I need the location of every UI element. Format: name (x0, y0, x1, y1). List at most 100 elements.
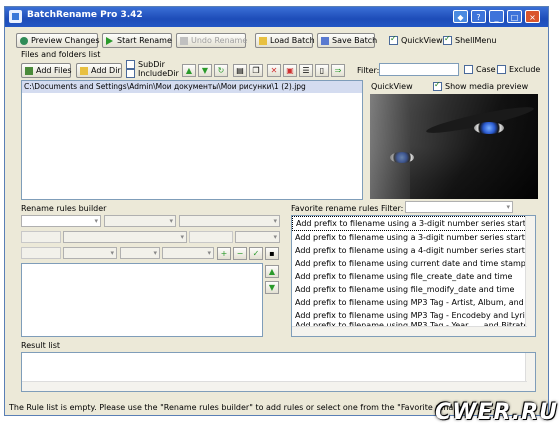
preview-changes-button[interactable]: Preview Changes (16, 33, 100, 48)
exclude-checkbox[interactable]: Exclude (497, 65, 540, 74)
rule-field-b[interactable] (63, 231, 187, 243)
add-dir-button[interactable]: Add Dir (76, 63, 122, 78)
help-button[interactable]: ? (471, 10, 486, 23)
subdir-checkbox[interactable]: SubDir (126, 60, 165, 69)
rule-up-button[interactable]: ▲ (265, 265, 279, 278)
refresh-button[interactable]: ↻ (214, 64, 228, 77)
minimize-button[interactable]: _ (489, 10, 504, 23)
app-icon (9, 10, 22, 23)
file-icon-button[interactable]: ▯ (315, 64, 329, 77)
result-list-title: Result list (21, 341, 61, 350)
load-batch-label: Load Batch (270, 36, 315, 45)
main-toolbar: Preview Changes Start Rename Undo Rename… (5, 30, 548, 48)
favorites-filter-select[interactable] (405, 201, 513, 213)
list-item[interactable]: Add prefix to filename using MP3 Tag - A… (292, 296, 535, 309)
preview-icon (20, 37, 28, 45)
save-batch-button[interactable]: Save Batch (317, 33, 378, 48)
rule-field-f[interactable] (63, 247, 117, 259)
select-all-button[interactable]: ☰ (299, 64, 313, 77)
rule-field-g[interactable] (120, 247, 160, 259)
properties-button[interactable]: ▤ (233, 64, 247, 77)
move-down-button[interactable]: ▼ (198, 64, 212, 77)
result-list[interactable] (21, 352, 536, 392)
watermark-logo: CWER.RU (435, 400, 558, 425)
hair-highlight (370, 94, 410, 199)
undo-rename-label: Undo Rename (191, 36, 248, 45)
list-item[interactable]: Add prefix to filename using file_create… (292, 270, 535, 283)
add-dir-icon (80, 67, 88, 75)
list-item[interactable]: Add prefix to filename using a 4-digit n… (292, 244, 535, 257)
rule-option-select[interactable] (104, 215, 176, 227)
rule-param-select[interactable] (179, 215, 280, 227)
exclude-checkbox-box (497, 65, 506, 74)
quickview-label: QuickView (401, 36, 443, 45)
remove-rule-button[interactable]: − (233, 247, 247, 260)
close-button[interactable]: × (525, 10, 540, 23)
favorites-filter-label: Filter: (381, 204, 404, 213)
save-icon (321, 37, 329, 45)
case-checkbox-box (464, 65, 473, 74)
clear-button[interactable]: ▣ (283, 64, 297, 77)
rule-field-h[interactable] (162, 247, 214, 259)
result-horizontal-scrollbar[interactable] (22, 381, 527, 391)
maximize-button[interactable]: □ (507, 10, 522, 23)
start-rename-label: Start Rename (117, 36, 172, 45)
skin-icon[interactable]: ◆ (453, 10, 468, 23)
subdir-checkbox-box (126, 60, 135, 69)
copy-button[interactable]: ❐ (249, 64, 263, 77)
favorites-horizontal-scrollbar[interactable] (292, 326, 527, 336)
rule-field-d[interactable] (235, 231, 280, 243)
preview-changes-label: Preview Changes (31, 36, 100, 45)
includedir-checkbox-box (126, 69, 135, 78)
list-item[interactable]: Add prefix to filename using current dat… (292, 257, 535, 270)
show-media-preview-label: Show media preview (445, 82, 529, 91)
list-item[interactable]: Add prefix to filename using a 3-digit n… (292, 216, 535, 231)
rules-list[interactable] (21, 263, 263, 337)
move-up-button[interactable]: ▲ (182, 64, 196, 77)
list-item[interactable]: Add prefix to filename using MP3 Tag - E… (292, 309, 535, 322)
show-media-preview-checkbox[interactable]: Show media preview (433, 80, 529, 91)
quickview-title: QuickView (371, 82, 413, 91)
rule-field-a[interactable] (21, 231, 61, 243)
list-item[interactable]: C:\Documents and Settings\Admin\Мои доку… (22, 81, 362, 93)
load-batch-button[interactable]: Load Batch (255, 33, 315, 48)
apply-rule-button[interactable]: ✓ (249, 247, 263, 260)
show-media-preview-box (433, 80, 442, 91)
undo-rename-button[interactable]: Undo Rename (176, 33, 248, 48)
files-filter-label: Filter: (357, 66, 380, 75)
export-button[interactable]: ⇒ (331, 64, 345, 77)
quickview-checkbox-box (389, 34, 398, 45)
includedir-checkbox[interactable]: IncludeDir (126, 69, 179, 78)
files-section-title: Files and folders list (21, 50, 101, 59)
folder-open-icon (259, 37, 267, 45)
favorites-list[interactable]: Add prefix to filename using a 3-digit n… (291, 215, 536, 337)
rule-field-e[interactable] (21, 247, 61, 259)
rule-field-c[interactable] (189, 231, 233, 243)
save-batch-label: Save Batch (332, 36, 378, 45)
add-dir-label: Add Dir (91, 66, 121, 75)
rule-down-button[interactable]: ▼ (265, 281, 279, 294)
list-item[interactable]: Add prefix to filename using file_modify… (292, 283, 535, 296)
case-checkbox[interactable]: Case (464, 65, 496, 74)
files-list[interactable]: C:\Documents and Settings\Admin\Мои доку… (21, 80, 363, 200)
includedir-label: IncludeDir (138, 69, 179, 78)
list-item[interactable]: Add prefix to filename using a 3-digit n… (292, 231, 535, 244)
app-window: BatchRename Pro 3.42 ◆ ? _ □ × Preview C… (4, 6, 549, 416)
files-filter-input[interactable] (379, 63, 459, 76)
add-rule-button[interactable]: + (217, 247, 231, 260)
media-preview-image (370, 94, 538, 199)
play-icon (106, 37, 113, 45)
start-rename-button[interactable]: Start Rename (102, 33, 172, 48)
remove-button[interactable]: ✕ (267, 64, 281, 77)
shellmenu-checkbox[interactable]: ShellMenu (443, 34, 497, 45)
quickview-checkbox[interactable]: QuickView (389, 34, 443, 45)
add-files-label: Add Files (36, 66, 72, 75)
add-files-button[interactable]: Add Files (21, 63, 72, 78)
title-bar: BatchRename Pro 3.42 ◆ ? _ □ × (5, 7, 548, 27)
rule-type-select[interactable] (21, 215, 101, 227)
rules-builder-title: Rename rules builder (21, 204, 107, 213)
shellmenu-label: ShellMenu (455, 36, 497, 45)
save-rule-button[interactable]: ▪ (265, 247, 279, 260)
favorites-vertical-scrollbar[interactable] (525, 216, 535, 336)
right-eye (474, 122, 504, 134)
